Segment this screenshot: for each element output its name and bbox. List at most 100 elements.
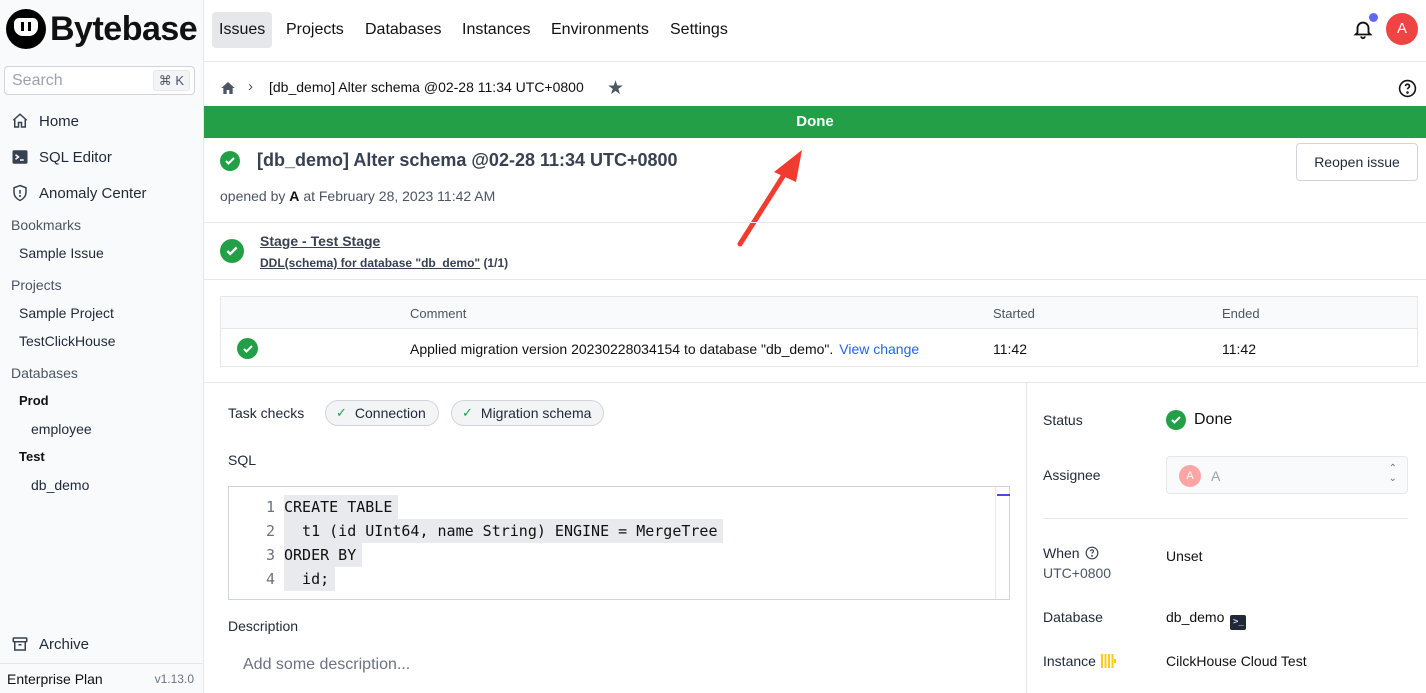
environment-label: Test xyxy=(19,449,45,464)
editor-scrollbar-track[interactable] xyxy=(995,487,996,599)
instance-label-group: Instance xyxy=(1043,653,1116,669)
check-icon: ✓ xyxy=(336,405,347,420)
stage-done-icon xyxy=(220,239,244,263)
terminal-icon[interactable]: >_ xyxy=(1230,615,1247,630)
code-text: t1 (id UInt64, name String) ENGINE = Mer… xyxy=(284,519,724,543)
opened-by-user[interactable]: A xyxy=(289,188,299,204)
when-label: When xyxy=(1043,545,1080,561)
nav-databases[interactable]: Databases xyxy=(358,12,449,48)
stage-task-count: (1/1) xyxy=(483,256,509,270)
divider xyxy=(204,279,1426,280)
view-change-link[interactable]: View change xyxy=(839,341,919,357)
search-input[interactable] xyxy=(5,67,135,94)
bell-icon[interactable] xyxy=(1352,13,1378,40)
help-icon[interactable] xyxy=(1398,79,1417,103)
divider xyxy=(1043,518,1408,519)
run-done-icon xyxy=(237,338,258,359)
user-avatar[interactable]: A xyxy=(1386,13,1418,45)
archive-icon xyxy=(10,634,30,654)
line-number: 2 xyxy=(265,522,275,540)
code-text: CREATE TABLE xyxy=(284,495,399,519)
sidebar-item-sql-editor[interactable]: SQL Editor xyxy=(10,144,112,170)
sidebar-item-label: SQL Editor xyxy=(39,148,112,166)
plan-label[interactable]: Enterprise Plan xyxy=(7,671,103,687)
reopen-issue-button[interactable]: Reopen issue xyxy=(1296,143,1418,181)
stage-task: DDL(schema) for database "db_demo" (1/1) xyxy=(260,256,508,270)
when-label-group: When xyxy=(1043,545,1099,561)
project-item[interactable]: TestClickHouse xyxy=(19,333,115,349)
instance-value[interactable]: CilckHouse Cloud Test xyxy=(1166,653,1307,669)
editor-overview-marker xyxy=(997,494,1010,496)
stage-task-link[interactable]: DDL(schema) for database "db_demo" xyxy=(260,256,480,270)
sidebar-item-archive[interactable]: Archive xyxy=(10,631,89,657)
breadcrumb: › [db_demo] Alter schema @02-28 11:34 UT… xyxy=(204,74,1426,102)
notification-dot xyxy=(1369,13,1378,22)
bytebase-logo[interactable]: Bytebase xyxy=(6,8,198,50)
opened-suffix: at February 28, 2023 11:42 AM xyxy=(303,188,496,204)
sidebar-footer: Enterprise Plan v1.13.0 xyxy=(0,663,203,693)
column-ended: Ended xyxy=(1222,306,1260,321)
status-label: Status xyxy=(1043,412,1083,428)
assignee-avatar: A xyxy=(1179,465,1201,487)
when-timezone: UTC+0800 xyxy=(1043,565,1112,581)
assignee-select[interactable]: A A ⌃ ⌄ xyxy=(1166,456,1408,494)
project-item[interactable]: Sample Project xyxy=(19,305,114,321)
star-icon[interactable]: ★ xyxy=(607,77,624,100)
check-label: Migration schema xyxy=(480,405,592,421)
issue-opened-info: opened by A at February 28, 2023 11:42 A… xyxy=(220,188,495,204)
check-connection[interactable]: ✓ Connection xyxy=(325,400,439,426)
nav-environments[interactable]: Environments xyxy=(544,12,656,48)
database-item[interactable]: employee xyxy=(31,421,92,437)
sql-editor[interactable]: 1 CREATE TABLE 2 t1 (id UInt64, name Str… xyxy=(228,486,1010,600)
status-text: Done xyxy=(1194,411,1233,428)
environment-label: Prod xyxy=(19,393,49,408)
home-icon xyxy=(10,111,30,131)
run-ended: 11:42 xyxy=(1222,341,1256,357)
terminal-icon xyxy=(10,147,30,167)
sidebar-item-label: Home xyxy=(39,112,80,130)
sidebar-item-label: Archive xyxy=(39,635,90,653)
bookmark-item[interactable]: Sample Issue xyxy=(19,245,104,261)
nav-projects[interactable]: Projects xyxy=(279,12,351,48)
annotation-arrow xyxy=(737,150,802,247)
task-checks-label: Task checks xyxy=(228,405,305,421)
home-icon[interactable] xyxy=(220,80,236,101)
assignee-name: A xyxy=(1211,468,1221,484)
run-comment-cell: Applied migration version 20230228034154… xyxy=(410,341,919,357)
table-header: Comment Started Ended xyxy=(221,297,1417,329)
database-item[interactable]: db_demo xyxy=(31,477,89,493)
run-started: 11:42 xyxy=(993,341,1027,357)
question-icon[interactable] xyxy=(1085,546,1099,560)
line-number: 4 xyxy=(265,570,275,588)
issue-done-icon xyxy=(220,151,240,171)
stage-name[interactable]: Stage - Test Stage xyxy=(260,233,380,249)
assignee-label: Assignee xyxy=(1043,467,1101,483)
clickhouse-icon xyxy=(1100,653,1116,669)
nav-settings[interactable]: Settings xyxy=(663,12,735,48)
column-comment: Comment xyxy=(410,306,467,321)
nav-instances[interactable]: Instances xyxy=(455,12,537,48)
search-box[interactable]: ⌘ K xyxy=(4,66,195,95)
version-label: v1.13.0 xyxy=(154,671,194,686)
top-nav: Issues Projects Databases Instances Envi… xyxy=(204,0,1426,62)
sidebar: Bytebase ⌘ K Home SQL Editor Anomaly Cen… xyxy=(0,0,204,693)
sidebar-item-anomaly-center[interactable]: Anomaly Center xyxy=(10,180,147,206)
database-value[interactable]: db_demo xyxy=(1166,609,1224,625)
check-migration-schema[interactable]: ✓ Migration schema xyxy=(451,400,605,426)
status-done-icon xyxy=(1166,410,1186,430)
when-value[interactable]: Unset xyxy=(1166,548,1203,564)
description-input[interactable] xyxy=(228,650,1008,680)
divider xyxy=(204,222,1426,223)
status-banner: Done xyxy=(204,106,1426,138)
chevron-right-icon: › xyxy=(248,78,253,95)
search-shortcut: ⌘ K xyxy=(152,70,190,91)
sidebar-item-home[interactable]: Home xyxy=(10,108,79,134)
projects-heading: Projects xyxy=(11,277,62,293)
brand-name: Bytebase xyxy=(50,9,198,48)
line-number: 1 xyxy=(265,498,275,516)
opened-prefix: opened by xyxy=(220,188,286,204)
database-value-group: db_demo >_ xyxy=(1166,609,1247,630)
nav-issues[interactable]: Issues xyxy=(212,12,273,48)
status-value: Done xyxy=(1166,410,1232,430)
check-label: Connection xyxy=(354,405,426,421)
